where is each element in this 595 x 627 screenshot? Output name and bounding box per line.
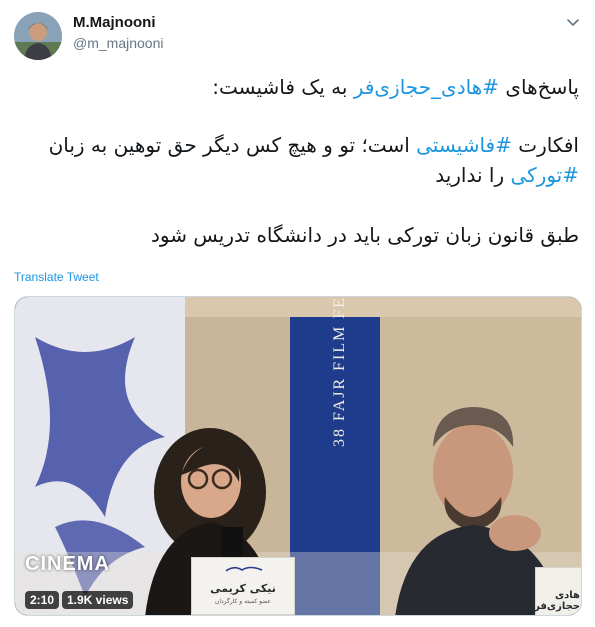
tweet-text: افکارت bbox=[511, 133, 579, 157]
tweet-card: M.Majnooni @m_majnooni پاسخ‌های #هادی_حج… bbox=[0, 0, 595, 627]
profile-photo-icon bbox=[14, 12, 62, 60]
hashtag-link[interactable]: #تورکی bbox=[510, 163, 579, 187]
name-placard: نیکی کریمی عضو کمیته و کارگردان bbox=[191, 557, 295, 615]
placard-name: نیکی کریمی bbox=[210, 582, 276, 595]
tweet-text: است؛ تو و هیچ کس دیگر حق توهین به زبان bbox=[48, 133, 417, 157]
festival-banner-text: 38 FAJR FILM FESTIVAL bbox=[331, 296, 348, 447]
tweet-text: به یک فاشیست: bbox=[212, 75, 354, 99]
video-player[interactable]: 38 FAJR FILM FESTIVAL CINEMA نیکی کریمی … bbox=[14, 296, 582, 616]
name-placard-2: هادی حجازی‌فر bbox=[534, 567, 581, 615]
hashtag-link[interactable]: #فاشیستی bbox=[416, 133, 512, 157]
video-duration-badge: 2:10 bbox=[25, 591, 60, 609]
tweet-text-line-1: پاسخ‌های #هادی_حجازی‌فر به یک فاشیست: bbox=[14, 72, 579, 102]
festival-logo-icon bbox=[225, 566, 263, 572]
tweet-text: را ندارید bbox=[435, 163, 511, 187]
tweet-text: پاسخ‌های bbox=[499, 75, 579, 99]
video-views-badge: 1.9K views bbox=[62, 591, 134, 609]
tweet-text-line-3: طبق قانون زبان تورکی باید در دانشگاه تدر… bbox=[150, 223, 579, 247]
chevron-down-icon[interactable] bbox=[565, 14, 581, 30]
placard-role: عضو کمیته و کارگردان bbox=[214, 598, 272, 605]
tweet-text-line-2: افکارت #فاشیستی است؛ تو و هیچ کس دیگر حق… bbox=[14, 130, 579, 190]
hashtag-link[interactable]: #هادی_حجازی‌فر bbox=[354, 75, 499, 99]
cinema-channel-logo: CINEMA bbox=[25, 553, 110, 575]
user-avatar[interactable] bbox=[14, 12, 62, 60]
translate-tweet-link[interactable]: Translate Tweet bbox=[14, 270, 99, 284]
user-handle[interactable]: @m_majnooni bbox=[73, 35, 163, 51]
user-display-name[interactable]: M.Majnooni bbox=[73, 14, 156, 31]
